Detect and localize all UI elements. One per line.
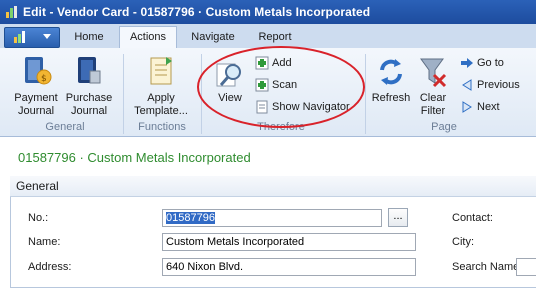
tab-report[interactable]: Report [250,27,300,48]
search-name-label: Search Name: [452,261,523,273]
group-functions-label: Functions [138,121,186,133]
no-field[interactable]: 01587796 [162,209,382,227]
group-separator [365,54,366,134]
address-field[interactable]: 640 Nixon Blvd. [162,258,416,276]
svg-text:$: $ [41,74,47,84]
previous-arrow-icon [462,79,472,91]
general-section-header[interactable]: General [10,176,536,197]
lookup-button[interactable]: ... [388,208,408,227]
group-general-label: General [45,121,85,133]
apply-template-button[interactable]: Apply Template... [130,92,192,118]
no-label: No.: [28,212,49,224]
previous-button[interactable]: Previous [477,77,520,93]
clear-filter-icon [420,58,447,88]
refresh-icon [380,59,402,85]
go-to-arrow-icon [461,58,473,68]
refresh-button[interactable]: Refresh [370,92,412,105]
name-label: Name: [28,236,61,248]
dynamics-logo-icon [14,31,25,43]
search-name-field[interactable] [516,258,536,276]
contact-label: Contact: [452,212,493,224]
city-label: City: [452,236,474,248]
name-field[interactable]: Custom Metals Incorporated [162,233,416,251]
tab-actions[interactable]: Actions [119,26,177,48]
window-title: Edit - Vendor Card - 01587796 · Custom M… [23,5,371,19]
group-page-label: Page [431,121,457,133]
red-highlight-ellipse [197,46,365,128]
clear-filter-button[interactable]: Clear Filter [414,92,452,118]
section-title: General [16,179,59,193]
purchase-journal-icon [78,57,101,84]
name-value: Custom Metals Incorporated [166,236,305,248]
next-button[interactable]: Next [477,99,500,115]
title-bar: Edit - Vendor Card - 01587796 · Custom M… [0,0,536,24]
tab-navigate[interactable]: Navigate [182,27,244,48]
next-arrow-icon [462,101,472,113]
payment-journal-button[interactable]: Payment Journal [12,92,60,118]
purchase-journal-button[interactable]: Purchase Journal [64,92,114,118]
payment-journal-icon: $ [25,57,52,85]
chevron-down-icon [43,34,51,39]
tab-home[interactable]: Home [66,27,112,48]
dynamics-app-icon [6,6,17,18]
no-value: 01587796 [166,212,215,224]
group-separator [123,54,124,134]
address-value: 640 Nixon Blvd. [166,261,244,273]
page-title: 01587796 · Custom Metals Incorporated [18,150,251,165]
apply-template-icon [150,57,172,85]
go-to-button[interactable]: Go to [477,55,504,71]
application-menu-button[interactable] [4,27,60,48]
address-label: Address: [28,261,72,273]
